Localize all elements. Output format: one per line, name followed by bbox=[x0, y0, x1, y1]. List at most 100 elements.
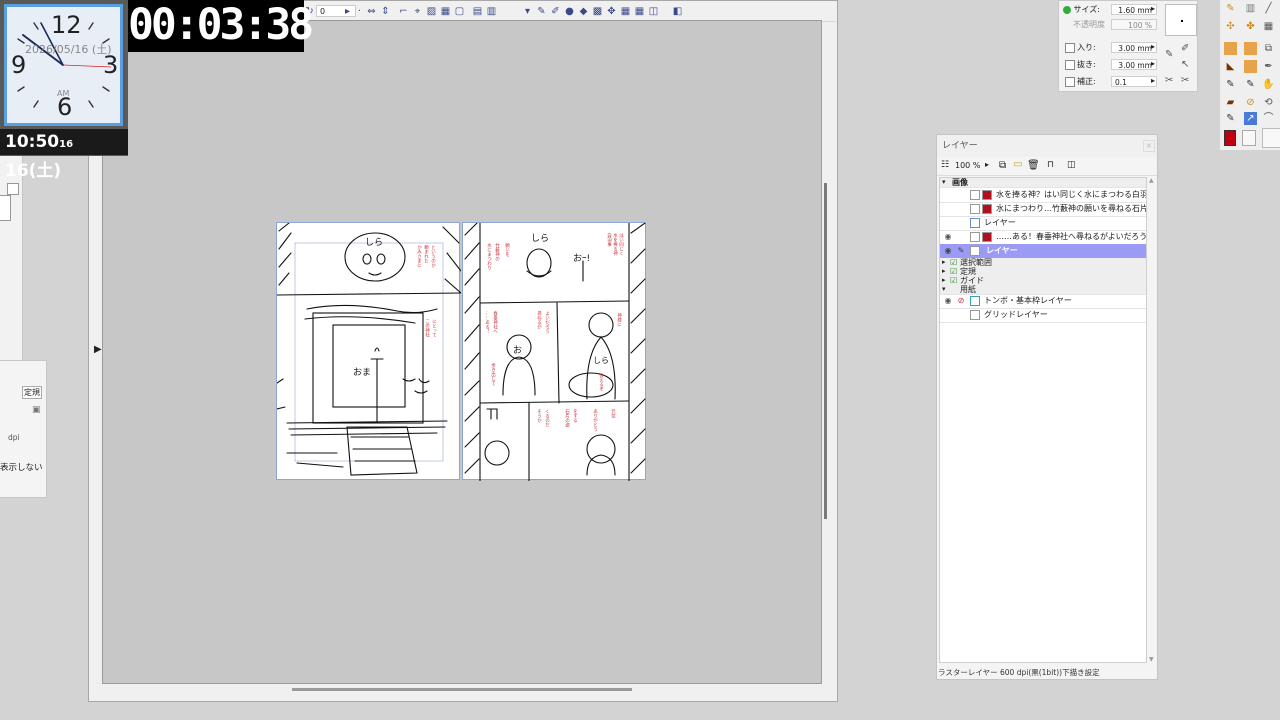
eraser-tool-icon[interactable]: ✎ bbox=[1224, 78, 1237, 91]
folder-expand-icon[interactable]: ▸ bbox=[942, 267, 946, 276]
zoom-arrow-icon[interactable]: ▸ bbox=[985, 160, 989, 169]
lock-layer-icon[interactable]: ⊓ bbox=[1047, 160, 1054, 170]
layer-row[interactable]: 水にまつわり…竹藪神の願いを尋ねる石片の bbox=[940, 202, 1146, 217]
crop-icon[interactable]: ▨ bbox=[426, 6, 437, 17]
ruler-icon[interactable]: ▦ bbox=[620, 6, 631, 17]
copy-icon[interactable]: ▤ bbox=[472, 6, 483, 17]
flip-horizontal-icon[interactable]: ⇔ bbox=[366, 6, 377, 17]
eye-icon[interactable]: ◉ bbox=[942, 230, 954, 244]
correction-checkbox[interactable] bbox=[1065, 76, 1075, 87]
brush-icon[interactable]: ✐ bbox=[550, 6, 561, 17]
text-tool-icon[interactable]: ✎ bbox=[1224, 112, 1237, 125]
select-icon[interactable]: ⌐ bbox=[398, 6, 409, 17]
pen-icon[interactable]: ✎ bbox=[536, 6, 547, 17]
transform-icon[interactable]: ✥ bbox=[606, 6, 617, 17]
clear-icon[interactable]: ▢ bbox=[454, 6, 465, 17]
layer-row-selected[interactable]: ◉ ✎ レイヤー bbox=[940, 244, 1146, 259]
folder-expand-icon[interactable]: ▸ bbox=[942, 276, 946, 285]
check-icon[interactable]: ☑ bbox=[950, 276, 957, 285]
vertical-scrollbar[interactable] bbox=[824, 183, 827, 519]
out-arrow-icon[interactable]: ▸ bbox=[1151, 59, 1155, 68]
opacity-value[interactable]: 100 % bbox=[1111, 19, 1157, 30]
pen-speed-icon[interactable]: ↖ bbox=[1181, 59, 1189, 70]
pen-pressure-icon[interactable]: ✎ bbox=[1165, 49, 1173, 60]
horizontal-scrollbar[interactable] bbox=[292, 688, 632, 691]
panel-toggle-icon[interactable] bbox=[7, 183, 19, 195]
swatch-2-icon[interactable] bbox=[1244, 42, 1257, 55]
ruler-label[interactable]: 定規 bbox=[22, 386, 42, 399]
pattern-tool-icon[interactable]: ▦ bbox=[1262, 20, 1275, 33]
pen-tool-icon[interactable]: ✎ bbox=[1224, 2, 1237, 15]
in-arrow-icon[interactable]: ▸ bbox=[1151, 42, 1155, 51]
layer-row[interactable]: レイヤー bbox=[940, 216, 1146, 231]
no-edit-icon[interactable]: ⊘ bbox=[956, 294, 966, 308]
rotate-tool-icon[interactable]: ⟲ bbox=[1262, 96, 1275, 109]
delete-layer-icon[interactable]: 🗑 bbox=[1027, 160, 1040, 171]
sub-color-swatch[interactable] bbox=[1242, 130, 1256, 146]
eyedropper-tool-icon[interactable]: ✒ bbox=[1262, 60, 1275, 73]
check-icon[interactable]: ☑ bbox=[950, 258, 957, 267]
edit-pen-icon[interactable]: ✎ bbox=[956, 244, 966, 258]
grid-toggle-icon[interactable]: ▦ bbox=[634, 6, 645, 17]
new-folder-icon[interactable]: ▭ bbox=[1013, 159, 1022, 170]
layer-zoom[interactable]: 100 % bbox=[955, 161, 980, 170]
clip-layer-icon[interactable]: ◫ bbox=[1067, 160, 1076, 170]
panel-close-icon[interactable]: × bbox=[1143, 140, 1155, 152]
fill-icon[interactable]: ● bbox=[564, 6, 575, 17]
lock-icon[interactable]: ▣ bbox=[32, 405, 41, 415]
dropdown-icon[interactable]: ▾ bbox=[522, 6, 533, 17]
main-color-swatch[interactable] bbox=[1224, 130, 1236, 146]
expand-left-icon[interactable]: ▶ bbox=[94, 344, 102, 355]
manga-page-left[interactable]: かみさまに 頼まれた というのか この神社 にとって しら おま bbox=[276, 222, 461, 480]
scroll-down-icon[interactable]: ▼ bbox=[1149, 656, 1154, 663]
layer-row[interactable]: ◉ ……ある！春垂神社へ尋ねるがよいだろう bbox=[940, 230, 1146, 245]
curve-tool-icon[interactable]: ⌒ bbox=[1262, 112, 1275, 125]
scissors-icon[interactable]: ✂ bbox=[1165, 75, 1173, 86]
layer-row[interactable]: ◉ ⊘ トンボ・基本枠レイヤー bbox=[940, 294, 1146, 309]
out-checkbox[interactable] bbox=[1065, 59, 1075, 70]
layer-scrollbar[interactable]: ▲ ▼ bbox=[1149, 177, 1155, 663]
flip-vertical-icon[interactable]: ⇕ bbox=[380, 6, 391, 17]
size-arrow-icon[interactable]: ▸ bbox=[1151, 4, 1155, 13]
swatch-1-icon[interactable] bbox=[1224, 42, 1237, 55]
pencil-tool-icon[interactable]: ◣ bbox=[1224, 60, 1237, 73]
airbrush-tool-icon[interactable] bbox=[1244, 60, 1257, 73]
hide-label[interactable]: 表示しない bbox=[0, 461, 43, 473]
eye-icon[interactable]: ◉ bbox=[942, 294, 954, 308]
selection-tool-icon[interactable]: ↗ bbox=[1244, 112, 1257, 125]
blend-mode-icon[interactable]: ☷ bbox=[941, 160, 949, 170]
layer-row[interactable]: グリッドレイヤー bbox=[940, 308, 1146, 323]
folder-collapse-icon[interactable]: ▾ bbox=[942, 285, 946, 294]
correction-arrow-icon[interactable]: ▸ bbox=[1151, 76, 1155, 85]
new-raster-layer-icon[interactable]: ⧉ bbox=[999, 160, 1006, 171]
manga-page-right[interactable]: 水を捧る神 はい同じく 白羽事 水にまつわり 竹藪神の 願いを ……ある！ 春垂… bbox=[462, 222, 646, 481]
check-icon[interactable]: ☑ bbox=[950, 267, 957, 276]
hand-tool-icon[interactable]: ✋ bbox=[1262, 78, 1275, 91]
marker-tool-icon[interactable]: ▰ bbox=[1224, 96, 1237, 109]
brush-tool-icon[interactable]: ✣ bbox=[1224, 20, 1237, 33]
folder-expand-icon[interactable]: ▸ bbox=[942, 258, 946, 267]
layer-row[interactable]: 水を捧る神？はい同じく水にまつわる白羽事 bbox=[940, 188, 1146, 203]
ink-tool-icon[interactable]: ⊘ bbox=[1244, 96, 1257, 109]
dot-icon[interactable]: · bbox=[354, 6, 365, 17]
in-checkbox[interactable] bbox=[1065, 42, 1075, 53]
blend-tool-icon[interactable]: ✎ bbox=[1244, 78, 1257, 91]
folder-image[interactable]: ▾ 画像 bbox=[940, 178, 1146, 188]
grid-icon[interactable]: ▦ bbox=[440, 6, 451, 17]
panel-menu-icon[interactable]: ◧ bbox=[672, 6, 683, 17]
paste-icon[interactable]: ▥ bbox=[486, 6, 497, 17]
pattern-icon[interactable]: ▩ bbox=[592, 6, 603, 17]
cut-icon[interactable]: ✂ bbox=[1181, 75, 1189, 86]
line-tool-icon[interactable]: ╱ bbox=[1262, 2, 1275, 15]
fill-tool-icon[interactable]: ✤ bbox=[1244, 20, 1257, 33]
more-icon[interactable]: ◫ bbox=[648, 6, 659, 17]
pen-tilt-icon[interactable]: ✐ bbox=[1181, 43, 1189, 54]
eye-icon[interactable]: ◉ bbox=[942, 244, 954, 258]
fit-icon[interactable]: ⌖ bbox=[412, 6, 423, 17]
play-icon[interactable]: ▸ bbox=[342, 6, 353, 17]
folder-collapse-icon[interactable]: ▾ bbox=[942, 178, 946, 187]
eraser-icon[interactable]: ◆ bbox=[578, 6, 589, 17]
copy-tool-icon[interactable]: ⧉ bbox=[1262, 42, 1275, 55]
gradient-tool-icon[interactable]: ▥ bbox=[1244, 2, 1257, 15]
panel-slot[interactable] bbox=[0, 195, 11, 221]
